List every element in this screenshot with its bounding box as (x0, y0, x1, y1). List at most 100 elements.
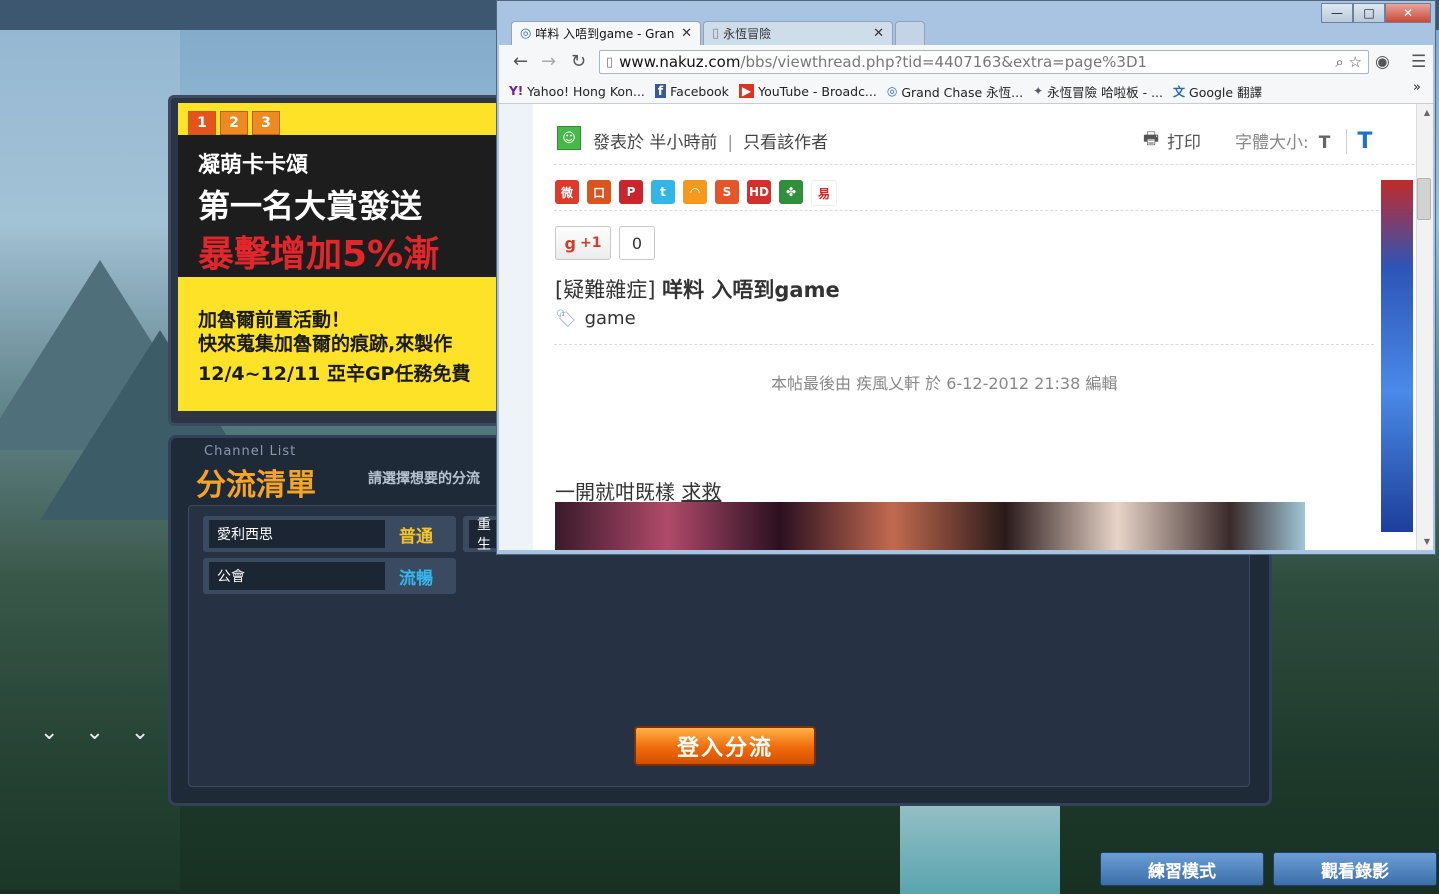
bookmark-item[interactable]: ▶ YouTube - Broadc... (738, 83, 877, 99)
banner-headline-2: 第一名大賞發送 (198, 187, 423, 225)
banner-tab-1[interactable]: 1 (188, 111, 216, 135)
bookmark-item[interactable]: ◎ Grand Chase 永恆... (887, 82, 1023, 101)
qzone-icon[interactable]: 口 (587, 180, 611, 204)
new-tab-button[interactable] (895, 21, 925, 45)
close-window-button[interactable]: ✕ (1385, 3, 1431, 23)
banner-text-2: 快來蒐集加魯爾的痕跡,來製作 (198, 333, 453, 355)
google-plus-button[interactable]: g +1 (555, 226, 611, 260)
page-icon: ▯ (712, 26, 720, 41)
scroll-thumb[interactable] (1417, 178, 1431, 220)
page-scrollbar[interactable]: ▲ ▼ (1416, 104, 1433, 550)
share-icons: 微 口 P t ◠ S HD ✤ 易 (555, 180, 837, 206)
font-size-control: 字體大小: T T (1235, 128, 1373, 154)
forum-icon: ✦ (1033, 84, 1044, 98)
grandchase-icon: ◎ (886, 84, 898, 98)
bookmark-item[interactable]: 文 Google 翻譯 (1173, 82, 1262, 101)
address-bar[interactable]: ▯ www.nakuz.com /bbs/viewthread.php?tid=… (599, 50, 1369, 74)
author-avatar-icon[interactable]: ☺ (557, 126, 581, 150)
translate-icon: 文 (1173, 84, 1186, 99)
print-label: 打印 (1167, 133, 1202, 153)
channel-row[interactable]: 公會 流暢 (203, 558, 456, 594)
banner-headline-1: 凝萌卡卡頌 (198, 153, 309, 178)
tab-active[interactable]: ◎ 咩料 入唔到game - Gran ✕ (511, 21, 701, 45)
bookmark-label: Yahoo! Hong Kon... (527, 83, 645, 99)
thread-title-text: 咩料 入唔到game (662, 278, 840, 302)
close-icon[interactable]: ✕ (873, 26, 884, 41)
channel-status: 普通 (399, 526, 433, 547)
kaixin-icon[interactable]: S (715, 180, 739, 204)
maximize-button[interactable]: □ (1353, 3, 1385, 23)
meta-separator: | (727, 133, 734, 153)
divider (554, 344, 1374, 346)
font-large-button[interactable]: T (1346, 129, 1373, 154)
side-advertisement[interactable] (1381, 180, 1413, 532)
twitter-icon[interactable]: t (651, 180, 675, 204)
grandchase-icon: ◎ (520, 26, 532, 41)
bookmark-label: 永恆冒險 哈啦板 - ... (1047, 84, 1163, 100)
post-body: 一開就咁既樣 求救 (555, 476, 721, 505)
menu-icon[interactable]: ☰ (1411, 52, 1426, 72)
tab-inactive[interactable]: ▯ 永恆冒險 ✕ (703, 21, 893, 45)
forward-arrow-icon[interactable]: → (541, 51, 556, 72)
bookmark-label: Grand Chase 永恆... (901, 84, 1024, 100)
post-meta: 發表於 半小時前 | 只看該作者 (593, 128, 828, 153)
thread-category[interactable]: [疑難雜症] (555, 278, 655, 302)
weibo-icon[interactable]: 微 (555, 180, 579, 204)
login-channel-button[interactable]: 登入分流 (634, 726, 816, 766)
bookmark-item[interactable]: ✦ 永恆冒險 哈啦板 - ... (1033, 82, 1163, 101)
channel-list-subtitle: Channel List (204, 444, 297, 459)
page-icon: ▯ (606, 54, 614, 70)
event-banner[interactable]: 1 2 3 凝萌卡卡頌 第一名大賞發送 暴擊增加5%漸 加魯爾前置活動！ 快來蒐… (178, 103, 498, 411)
tag-link[interactable]: game (585, 308, 636, 329)
youtube-icon: ▶ (738, 84, 755, 98)
bookmarks-overflow-icon[interactable]: » (1413, 80, 1421, 95)
bookmark-label: Facebook (670, 83, 729, 99)
printer-icon: 🖶 (1143, 129, 1160, 149)
channel-name: 公會 (209, 562, 385, 590)
bookmark-item[interactable]: f Facebook (654, 83, 729, 99)
watch-replay-button[interactable]: 觀看錄影 (1273, 852, 1437, 886)
scroll-down-icon[interactable]: ▼ (1424, 537, 1430, 546)
browser-toolbar: ← → ↻ ▯ www.nakuz.com /bbs/viewthread.ph… (499, 45, 1433, 79)
bookmark-item[interactable]: Y! Yahoo! Hong Kon... (509, 84, 645, 99)
font-small-button[interactable]: T (1319, 133, 1331, 153)
bookmark-label: YouTube - Broadc... (758, 83, 877, 99)
hd-icon[interactable]: HD (747, 180, 771, 204)
plurk-icon[interactable]: P (619, 180, 643, 204)
page-left-strip (499, 104, 533, 550)
yahoo-icon: Y! (509, 84, 524, 98)
yi-icon[interactable]: 易 (811, 180, 837, 206)
banner-text-3: 12/4~12/11 亞辛GP任務免費 (198, 363, 471, 385)
divider (554, 164, 1414, 166)
search-star-icons[interactable]: ⌕ ☆ (1335, 53, 1362, 71)
post-screenshot-image[interactable] (555, 502, 1305, 550)
back-arrow-icon[interactable]: ← (513, 51, 528, 72)
post-time: 發表於 半小時前 (593, 133, 718, 153)
print-link[interactable]: 🖶 打印 (1143, 126, 1201, 155)
bookmarks-bar: Y! Yahoo! Hong Kon... f Facebook ▶ YouTu… (499, 79, 1433, 104)
banner-tab-3[interactable]: 3 (252, 111, 280, 135)
url-path: /bbs/viewthread.php?tid=4407163&extra=pa… (740, 53, 1148, 71)
background-waterfall (900, 800, 1060, 894)
tag-row: 🏷 game (555, 308, 636, 329)
banner-headline-3: 暴擊增加5%漸 (198, 234, 440, 275)
google-bookmark-icon[interactable]: ✤ (779, 180, 803, 204)
post-body-text: 一開就咁既樣 (555, 480, 675, 504)
channel-row[interactable]: 愛利西思 普通 (203, 516, 456, 552)
post-body-link[interactable]: 求救 (681, 480, 721, 504)
extension-icon[interactable]: ◉ (1375, 52, 1390, 72)
banner-tabs: 1 2 3 (188, 111, 280, 135)
banner-tab-2[interactable]: 2 (220, 111, 248, 135)
font-size-label: 字體大小: (1235, 133, 1309, 153)
browser-window: — □ ✕ ◎ 咩料 入唔到game - Gran ✕ ▯ 永恆冒險 ✕ ← →… (496, 0, 1436, 555)
only-author-link[interactable]: 只看該作者 (743, 133, 828, 153)
edit-note: 本帖最後由 疾風乂軒 於 6-12-2012 21:38 編輯 (771, 374, 1118, 393)
channel-list-title: 分流清單 (196, 468, 316, 503)
practice-mode-button[interactable]: 練習模式 (1100, 852, 1264, 886)
scroll-up-icon[interactable]: ▲ (1424, 108, 1430, 117)
renren-icon[interactable]: ◠ (683, 180, 707, 204)
reload-icon[interactable]: ↻ (571, 51, 586, 72)
minimize-button[interactable]: — (1321, 3, 1353, 23)
bookmark-label: Google 翻譯 (1189, 84, 1263, 100)
close-icon[interactable]: ✕ (681, 26, 692, 41)
